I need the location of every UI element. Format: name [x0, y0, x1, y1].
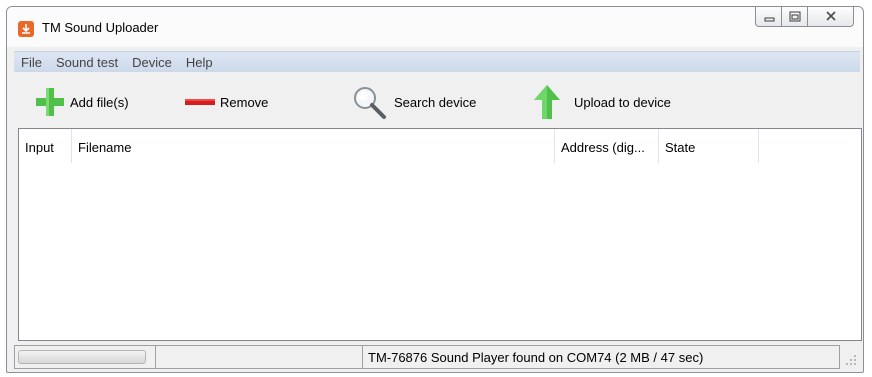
column-input[interactable]: Input	[19, 129, 72, 163]
add-files-label: Add file(s)	[70, 94, 129, 110]
remove-label: Remove	[220, 94, 269, 110]
close-icon	[826, 11, 836, 21]
menu-device[interactable]: Device	[125, 53, 179, 71]
remove-button[interactable]: Remove	[184, 85, 268, 119]
minimize-icon	[764, 17, 775, 22]
resize-grip[interactable]	[840, 345, 860, 369]
window-title: TM Sound Uploader	[42, 20, 159, 35]
status-message: TM-76876 Sound Player found on COM74 (2 …	[363, 345, 840, 369]
menu-help[interactable]: Help	[179, 53, 220, 71]
app-icon	[18, 21, 34, 37]
magnifier-icon	[354, 87, 386, 119]
list-header: Input Filename Address (dig... State	[19, 129, 861, 163]
arrow-up-icon	[534, 85, 560, 119]
app-window: TM Sound Uploader FileSound testDevice	[6, 6, 864, 373]
minimize-button[interactable]	[755, 7, 782, 27]
search-device-button[interactable]: Search device	[350, 85, 476, 119]
column-filename[interactable]: Filename	[72, 129, 555, 163]
plus-icon	[36, 88, 64, 116]
resize-grip-icon	[846, 355, 856, 365]
window-controls	[755, 7, 854, 29]
status-spacer	[156, 345, 363, 369]
progress-cell	[14, 345, 156, 369]
upload-button[interactable]: Upload to device	[532, 85, 671, 119]
menu-sound-test[interactable]: Sound test	[49, 53, 125, 71]
maximize-icon	[789, 11, 801, 22]
minus-icon	[185, 99, 215, 105]
column-address[interactable]: Address (dig...	[555, 129, 659, 163]
maximize-button[interactable]	[782, 7, 808, 27]
file-list[interactable]: Input Filename Address (dig... State	[18, 128, 862, 341]
progress-bar	[18, 350, 146, 364]
toolbar: Add file(s) Remove Search device Upload …	[14, 73, 860, 127]
close-button[interactable]	[808, 7, 854, 27]
menu-bar: File Sound test Device Help	[14, 51, 860, 72]
add-files-button[interactable]: Add file(s)	[34, 85, 129, 119]
status-bar: TM-76876 Sound Player found on COM74 (2 …	[14, 345, 860, 369]
title-bar[interactable]: TM Sound Uploader	[7, 7, 863, 47]
search-device-label: Search device	[394, 94, 477, 110]
column-state[interactable]: State	[659, 129, 759, 163]
upload-label: Upload to device	[574, 94, 671, 110]
menu-file[interactable]: File	[14, 53, 49, 71]
